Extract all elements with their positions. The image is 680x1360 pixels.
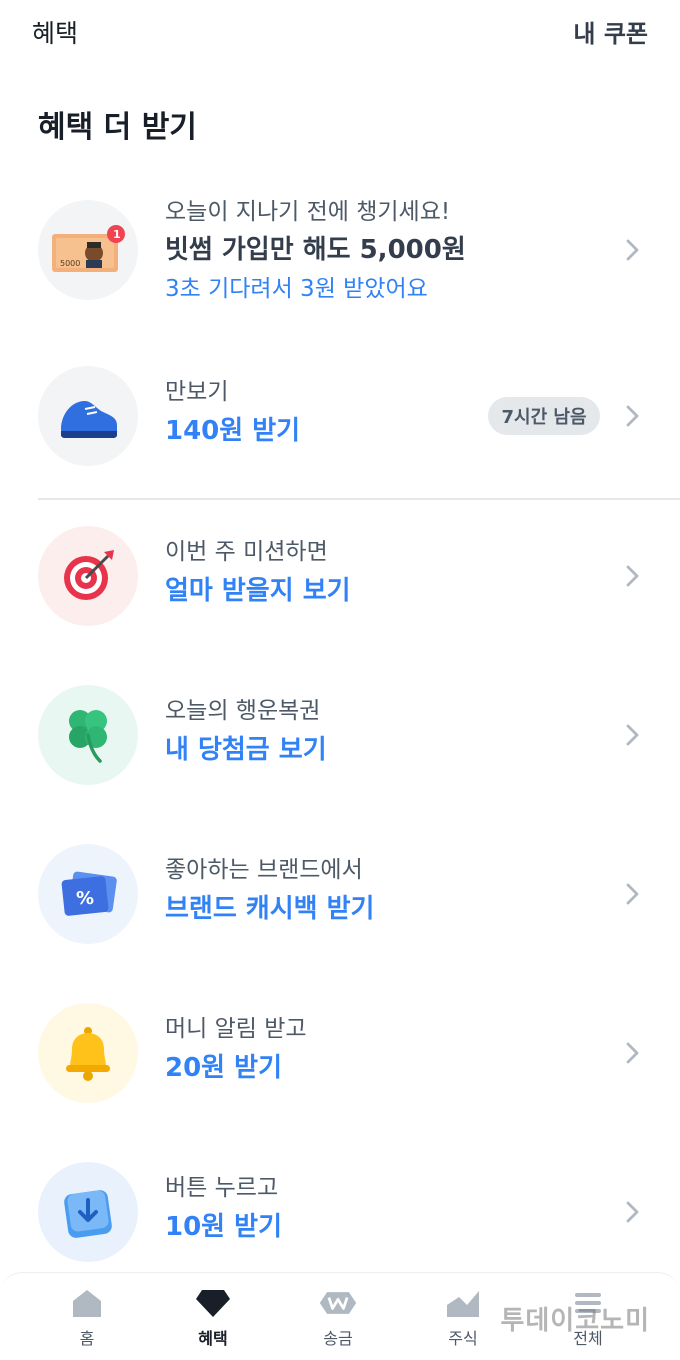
item-title: 140원 받기: [165, 416, 301, 446]
chevron-right-icon: [626, 883, 639, 905]
item-title: 빗썸 가입만 해도 5,000원: [165, 235, 466, 265]
benefit-item-pedometer[interactable]: 만보기 140원 받기 7시간 남음: [0, 356, 680, 476]
chevron-right-icon: [626, 724, 639, 746]
top-bar: 혜택 내 쿠폰: [0, 0, 680, 62]
item-subtitle: 만보기: [165, 379, 229, 405]
benefit-item-button-press[interactable]: 버튼 누르고 10원 받기: [0, 1152, 680, 1272]
chevron-right-icon: [626, 405, 639, 427]
item-title: 내 당첨금 보기: [165, 735, 327, 765]
sneaker-icon: [38, 366, 138, 466]
item-subtitle: 오늘의 행운복권: [165, 698, 321, 724]
tab-home[interactable]: 홈: [42, 1285, 132, 1349]
tab-label: 홈: [79, 1329, 95, 1348]
my-coupon-link[interactable]: 내 쿠폰: [573, 14, 648, 49]
item-title: 브랜드 캐시백 받기: [165, 894, 375, 924]
item-subtitle: 좋아하는 브랜드에서: [165, 857, 363, 883]
benefit-item-bithumb[interactable]: 5000 1 오늘이 지나기 전에 챙기세요! 빗썸 가입만 해도 5,000원…: [0, 190, 680, 310]
tab-label: 혜택: [198, 1329, 228, 1348]
item-title: 20원 받기: [165, 1053, 282, 1083]
chevron-right-icon: [626, 1201, 639, 1223]
section-title: 혜택 더 받기: [38, 110, 197, 145]
benefit-item-mission[interactable]: 이번 주 미션하면 얼마 받을지 보기: [0, 516, 680, 636]
target-icon: [38, 526, 138, 626]
home-icon: [67, 1285, 107, 1321]
item-status: 3초 기다려서 3원 받았어요: [165, 276, 428, 302]
item-subtitle: 이번 주 미션하면: [165, 539, 328, 565]
chevron-right-icon: [626, 565, 639, 587]
item-subtitle: 오늘이 지나기 전에 챙기세요!: [165, 199, 451, 225]
item-title: 10원 받기: [165, 1212, 282, 1242]
notification-count: 1: [113, 228, 121, 241]
tab-label: 송금: [323, 1329, 353, 1348]
svg-text:%: %: [76, 888, 94, 909]
benefit-item-lottery[interactable]: 오늘의 행운복권 내 당첨금 보기: [0, 675, 680, 795]
page-title: 혜택: [32, 19, 79, 48]
stock-chart-icon: [443, 1285, 483, 1321]
bell-icon: [38, 1003, 138, 1103]
banknote-value-label: 5000: [60, 259, 80, 268]
item-subtitle: 머니 알림 받고: [165, 1016, 307, 1042]
tab-benefits[interactable]: 혜택: [168, 1285, 258, 1349]
item-title: 얼마 받을지 보기: [165, 576, 351, 606]
tab-transfer[interactable]: 송금: [293, 1285, 383, 1349]
item-subtitle: 버튼 누르고: [165, 1175, 279, 1201]
won-transfer-icon: [318, 1285, 358, 1321]
tab-label: 주식: [448, 1329, 478, 1348]
banknote-icon: 5000 1: [38, 200, 138, 300]
watermark: 투데이코노미: [500, 1306, 650, 1336]
chevron-right-icon: [626, 1042, 639, 1064]
benefit-item-money-alarm[interactable]: 머니 알림 받고 20원 받기: [0, 993, 680, 1113]
clover-icon: [38, 685, 138, 785]
down-arrow-button-icon: [38, 1162, 138, 1262]
chevron-right-icon: [626, 239, 639, 261]
tab-stocks[interactable]: 주식: [418, 1285, 508, 1349]
benefit-item-brand-cashback[interactable]: % 좋아하는 브랜드에서 브랜드 캐시백 받기: [0, 834, 680, 954]
divider: [38, 498, 680, 500]
diamond-icon: [193, 1285, 233, 1321]
time-remaining-badge: 7시간 남음: [488, 397, 600, 435]
percent-card-icon: %: [38, 844, 138, 944]
